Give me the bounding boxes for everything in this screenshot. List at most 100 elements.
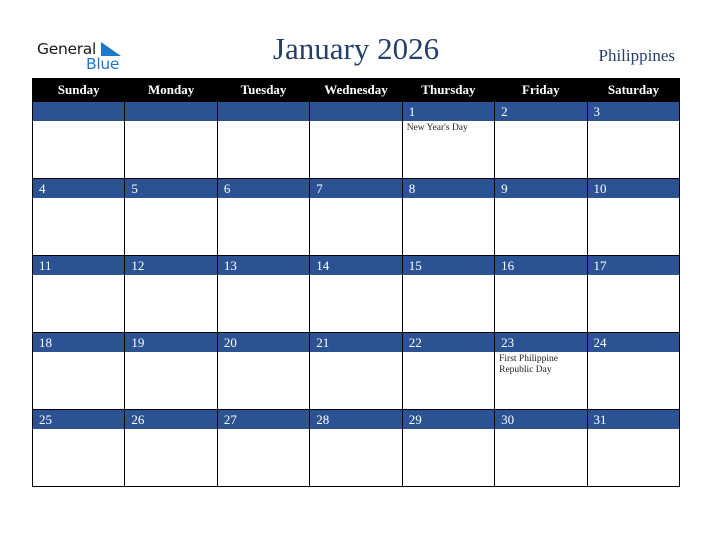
holiday-label — [33, 198, 124, 200]
day-cell[interactable]: 28 — [309, 409, 403, 487]
day-cell[interactable]: 22 — [401, 332, 496, 410]
holiday-label — [495, 429, 586, 431]
day-number — [33, 102, 125, 121]
holiday-label — [588, 121, 679, 123]
day-cell[interactable]: 27 — [216, 409, 311, 487]
holiday-label — [125, 352, 216, 354]
day-cell[interactable]: 1 New Year's Day — [401, 101, 496, 179]
day-cell[interactable]: 13 — [216, 255, 311, 333]
day-cell[interactable]: 10 — [586, 178, 681, 256]
holiday-label — [310, 198, 401, 200]
day-cell[interactable] — [124, 101, 218, 179]
day-cell[interactable]: 12 — [124, 255, 218, 333]
holiday-label — [495, 198, 586, 200]
holiday-label — [310, 275, 401, 277]
holiday-label — [310, 429, 401, 431]
holiday-label — [218, 121, 309, 123]
day-cell[interactable]: 6 — [216, 178, 311, 256]
weekday-header: Saturday — [586, 78, 680, 102]
day-number: 18 — [33, 333, 125, 352]
holiday-label — [495, 275, 586, 277]
holiday-label — [218, 352, 309, 354]
day-cell[interactable]: 31 — [586, 409, 681, 487]
weekday-header-row: Sunday Monday Tuesday Wednesday Thursday… — [31, 78, 680, 102]
holiday-label: First Philippine Republic Day — [499, 354, 558, 375]
day-number: 17 — [587, 256, 679, 275]
day-number — [217, 102, 310, 121]
day-cell[interactable]: 18 — [31, 332, 126, 410]
day-cell[interactable]: 3 — [586, 101, 681, 179]
day-number: 26 — [125, 410, 217, 429]
calendar-grid: Sunday Monday Tuesday Wednesday Thursday… — [31, 78, 681, 487]
day-cell[interactable]: 4 — [31, 178, 126, 256]
holiday-label — [310, 121, 401, 123]
day-cell[interactable]: 2 — [494, 101, 588, 179]
day-cell[interactable]: 8 — [401, 178, 496, 256]
day-number: 4 — [33, 179, 125, 198]
day-cell[interactable]: 25 — [31, 409, 126, 487]
country-label: Philippines — [598, 46, 675, 65]
day-number: 30 — [495, 410, 587, 429]
day-cell[interactable]: 29 — [401, 409, 496, 487]
holiday-label — [588, 352, 679, 354]
day-number — [310, 102, 402, 121]
holiday-label — [33, 275, 124, 277]
day-cell[interactable]: 30 — [494, 409, 588, 487]
week-row: 18 19 20 21 22 23 First Philippine Republic Da… — [31, 332, 681, 410]
day-cell[interactable]: 11 — [31, 255, 126, 333]
holiday-label — [33, 352, 124, 354]
weekday-header: Friday — [494, 78, 588, 102]
day-cell[interactable] — [31, 101, 126, 179]
holiday-label — [403, 352, 494, 354]
week-row: 25 26 27 28 29 30 31 — [31, 409, 681, 487]
day-number: 22 — [402, 333, 495, 352]
holiday-label — [33, 429, 124, 431]
day-number: 25 — [33, 410, 125, 429]
day-number: 23 — [495, 333, 587, 352]
day-cell[interactable]: 19 — [124, 332, 218, 410]
day-number: 5 — [125, 179, 217, 198]
day-number: 10 — [587, 179, 679, 198]
day-cell[interactable] — [309, 101, 403, 179]
holiday-label — [125, 429, 216, 431]
day-cell[interactable]: 23 First Philippine Republic Day — [494, 332, 588, 410]
holiday-label — [495, 121, 586, 123]
day-cell[interactable]: 7 — [309, 178, 403, 256]
holiday-label — [125, 198, 216, 200]
holiday-label — [403, 198, 494, 200]
day-number: 20 — [217, 333, 310, 352]
day-number: 13 — [217, 256, 310, 275]
day-number: 6 — [217, 179, 310, 198]
day-cell[interactable]: 24 — [586, 332, 681, 410]
holiday-label — [588, 429, 679, 431]
day-number: 8 — [402, 179, 495, 198]
day-cell[interactable]: 15 — [401, 255, 496, 333]
day-cell[interactable] — [216, 101, 311, 179]
holiday-label — [403, 429, 494, 431]
holiday-label — [33, 121, 124, 123]
day-number: 12 — [125, 256, 217, 275]
day-cell[interactable]: 26 — [124, 409, 218, 487]
holiday-label — [310, 352, 401, 354]
holiday-label — [125, 121, 216, 123]
day-number: 9 — [495, 179, 587, 198]
holiday-label — [588, 275, 679, 277]
day-cell[interactable]: 9 — [494, 178, 588, 256]
day-number: 2 — [495, 102, 587, 121]
day-number: 1 — [402, 102, 495, 121]
day-cell[interactable]: 16 — [494, 255, 588, 333]
holiday-label — [218, 275, 309, 277]
day-cell[interactable]: 20 — [216, 332, 311, 410]
day-cell[interactable]: 21 — [309, 332, 403, 410]
day-number: 3 — [587, 102, 679, 121]
day-cell[interactable]: 14 — [309, 255, 403, 333]
day-number: 19 — [125, 333, 217, 352]
week-row: 4 5 6 7 8 9 10 — [31, 178, 681, 256]
weekday-header: Tuesday — [216, 78, 310, 102]
holiday-label — [588, 198, 679, 200]
day-cell[interactable]: 5 — [124, 178, 218, 256]
holiday-label — [403, 275, 494, 277]
week-row: 11 12 13 14 15 16 17 — [31, 255, 681, 333]
day-cell[interactable]: 17 — [586, 255, 681, 333]
day-number: 21 — [310, 333, 402, 352]
